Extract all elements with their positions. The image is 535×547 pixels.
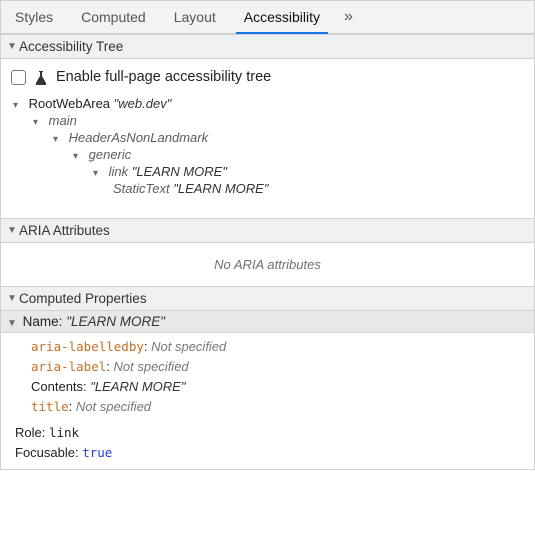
tree-node-role: link	[109, 164, 129, 179]
name-source-row: aria-label: Not specified	[31, 357, 534, 377]
role-value: link	[49, 425, 79, 440]
section-title: Computed Properties	[19, 291, 147, 306]
name-label: Name:	[23, 314, 67, 329]
source-value: Not specified	[76, 399, 151, 414]
expand-icon: ▾	[13, 100, 25, 111]
tree-node-name: "LEARN MORE"	[173, 181, 268, 196]
tab-accessibility[interactable]: Accessibility	[230, 1, 334, 33]
tree-node[interactable]: ▾ link "LEARN MORE" StaticText "	[93, 162, 526, 200]
tree-node-role: HeaderAsNonLandmark	[69, 130, 208, 145]
tree-node[interactable]: StaticText "LEARN MORE"	[113, 179, 526, 198]
aria-empty-message: No ARIA attributes	[1, 243, 534, 286]
disclosure-triangle-icon: ▼	[7, 293, 17, 304]
disclosure-triangle-icon: ▼	[7, 225, 17, 236]
source-attr: Contents	[31, 379, 83, 394]
source-value: Not specified	[114, 359, 189, 374]
computed-role-row: Role: link	[15, 423, 534, 443]
expand-icon: ▾	[33, 117, 45, 128]
source-value: Not specified	[151, 339, 226, 354]
enable-full-tree-label: Enable full-page accessibility tree	[56, 69, 271, 85]
accessibility-panel: Styles Computed Layout Accessibility » ▼…	[0, 0, 535, 470]
focusable-value: true	[82, 445, 112, 460]
enable-full-tree-row: Enable full-page accessibility tree	[9, 65, 526, 94]
enable-full-tree-checkbox[interactable]	[11, 70, 26, 85]
section-title: Accessibility Tree	[19, 39, 123, 54]
source-attr: aria-labelledby	[31, 339, 144, 354]
disclosure-triangle-icon: ▼	[7, 318, 17, 329]
focusable-label: Focusable:	[15, 445, 82, 460]
tab-styles[interactable]: Styles	[1, 1, 67, 33]
tab-layout[interactable]: Layout	[160, 1, 230, 33]
name-source-row: aria-labelledby: Not specified	[31, 337, 534, 357]
section-header-aria[interactable]: ▼ ARIA Attributes	[1, 218, 534, 243]
tree-node[interactable]: ▾ HeaderAsNonLandmark ▾ generic	[53, 128, 526, 204]
devtools-tabbar: Styles Computed Layout Accessibility »	[1, 0, 534, 34]
section-header-tree[interactable]: ▼ Accessibility Tree	[1, 34, 534, 59]
disclosure-triangle-icon: ▼	[7, 41, 17, 52]
tree-node-role: generic	[89, 147, 132, 162]
name-source-row: Contents: "LEARN MORE"	[31, 377, 534, 397]
tab-overflow-button[interactable]: »	[334, 1, 363, 33]
experiment-flask-icon	[34, 69, 48, 86]
tree-node-role: RootWebArea	[29, 96, 110, 111]
tree-node-name: "LEARN MORE"	[132, 164, 227, 179]
computed-extra-props: Role: link Focusable: true	[1, 423, 534, 469]
source-attr: aria-label	[31, 359, 106, 374]
source-value: "LEARN MORE"	[90, 379, 185, 394]
source-attr: title	[31, 399, 69, 414]
name-value: "LEARN MORE"	[66, 314, 165, 329]
computed-focusable-row: Focusable: true	[15, 443, 534, 463]
tree-node-name: "web.dev"	[114, 96, 172, 111]
tree-node[interactable]: ▾ RootWebArea "web.dev" ▾ main ▾ HeaderA…	[13, 94, 526, 208]
tree-node-role: main	[49, 113, 77, 128]
accessibility-tree: ▾ RootWebArea "web.dev" ▾ main ▾ HeaderA…	[9, 94, 526, 208]
tree-node-role: StaticText	[113, 181, 170, 196]
role-label: Role:	[15, 425, 49, 440]
tree-node[interactable]: ▾ generic ▾ link "LEARN MORE"	[73, 145, 526, 202]
expand-icon: ▾	[93, 168, 105, 179]
tree-node[interactable]: ▾ main ▾ HeaderAsNonLandmark ▾ gen	[33, 111, 526, 206]
computed-name-row[interactable]: ▼ Name: "LEARN MORE"	[1, 311, 534, 333]
name-sources-list: aria-labelledby: Not specified aria-labe…	[1, 333, 534, 424]
section-body-tree: Enable full-page accessibility tree ▾ Ro…	[1, 59, 534, 218]
expand-icon: ▾	[53, 134, 65, 145]
expand-icon: ▾	[73, 151, 85, 162]
name-source-row: title: Not specified	[31, 397, 534, 417]
section-header-computed[interactable]: ▼ Computed Properties	[1, 286, 534, 311]
tab-computed[interactable]: Computed	[67, 1, 160, 33]
section-title: ARIA Attributes	[19, 223, 110, 238]
